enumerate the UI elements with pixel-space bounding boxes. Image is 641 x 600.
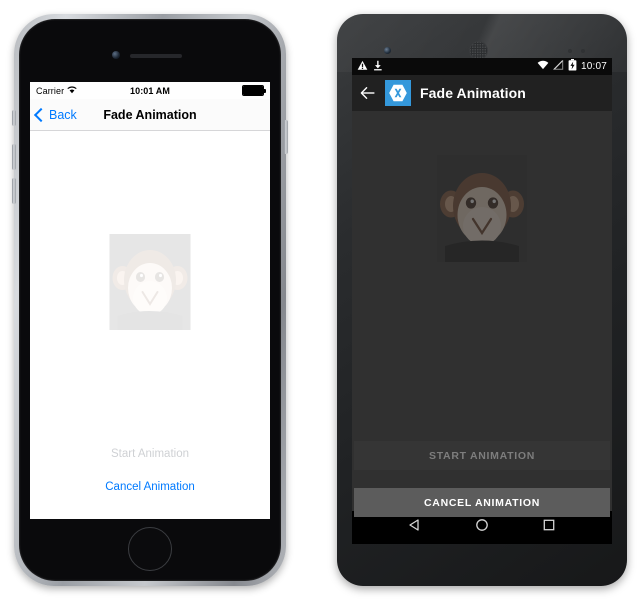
monkey-image xyxy=(109,234,191,330)
iphone-volume-up-button[interactable] xyxy=(12,144,16,170)
ios-carrier-label: Carrier xyxy=(36,85,65,96)
ios-content-area: Start Animation Cancel Animation xyxy=(30,131,270,519)
xamarin-logo-icon xyxy=(385,80,411,106)
no-signal-icon xyxy=(552,59,564,73)
nav-back-triangle-icon[interactable] xyxy=(408,518,422,537)
screenshot-stage: Carrier 10:01 AM Back Fade Animation Sta… xyxy=(0,0,641,600)
back-button[interactable]: Back xyxy=(30,107,77,122)
android-proximity-sensor xyxy=(568,49,572,53)
iphone-earpiece-speaker xyxy=(130,54,182,58)
warning-triangle-icon xyxy=(357,60,368,74)
android-content-area: START ANIMATION CANCEL ANIMATION xyxy=(352,111,612,517)
ios-status-right xyxy=(192,85,266,96)
wifi-icon xyxy=(67,85,77,96)
android-status-left xyxy=(357,60,537,74)
android-device-frame: 10:07 Fade Animation START ANIMATION CAN… xyxy=(337,14,627,586)
iphone-home-button[interactable] xyxy=(128,527,172,571)
iphone-silent-switch[interactable] xyxy=(12,110,16,126)
monkey-image-svg xyxy=(109,234,191,330)
download-icon xyxy=(373,60,383,74)
arrow-left-icon[interactable] xyxy=(360,85,376,101)
iphone-front-camera-icon xyxy=(112,51,120,59)
page-title: Fade Animation xyxy=(420,85,526,101)
android-status-bar: 10:07 xyxy=(352,58,612,75)
battery-charging-icon xyxy=(568,59,577,74)
cancel-animation-button[interactable]: Cancel Animation xyxy=(30,481,270,493)
android-screen: 10:07 Fade Animation START ANIMATION CAN… xyxy=(352,58,612,544)
start-animation-button[interactable]: START ANIMATION xyxy=(354,441,610,470)
monkey-image xyxy=(437,155,527,262)
nav-recents-square-icon[interactable] xyxy=(542,518,556,537)
iphone-power-button[interactable] xyxy=(284,120,288,154)
android-front-camera-icon xyxy=(384,47,391,54)
ios-status-left: Carrier xyxy=(36,86,108,96)
ios-navigation-bar: Back Fade Animation xyxy=(30,99,270,131)
iphone-volume-down-button[interactable] xyxy=(12,178,16,204)
iphone-device-frame: Carrier 10:01 AM Back Fade Animation Sta… xyxy=(12,14,288,586)
nav-home-circle-icon[interactable] xyxy=(475,518,489,537)
chevron-left-icon xyxy=(33,107,49,122)
ios-screen: Carrier 10:01 AM Back Fade Animation Sta… xyxy=(30,82,270,519)
monkey-image-svg xyxy=(437,155,527,262)
android-light-sensor xyxy=(581,49,585,53)
back-button-label: Back xyxy=(49,107,77,122)
android-clock: 10:07 xyxy=(580,61,607,72)
cancel-animation-button[interactable]: CANCEL ANIMATION xyxy=(354,488,610,517)
ios-status-bar: Carrier 10:01 AM xyxy=(30,82,270,99)
start-animation-button[interactable]: Start Animation xyxy=(30,448,270,460)
battery-full-icon xyxy=(242,85,266,96)
ios-clock: 10:01 AM xyxy=(130,85,170,96)
wifi-icon xyxy=(537,60,549,73)
android-status-right: 10:07 xyxy=(537,59,607,74)
android-toolbar: Fade Animation xyxy=(352,75,612,111)
